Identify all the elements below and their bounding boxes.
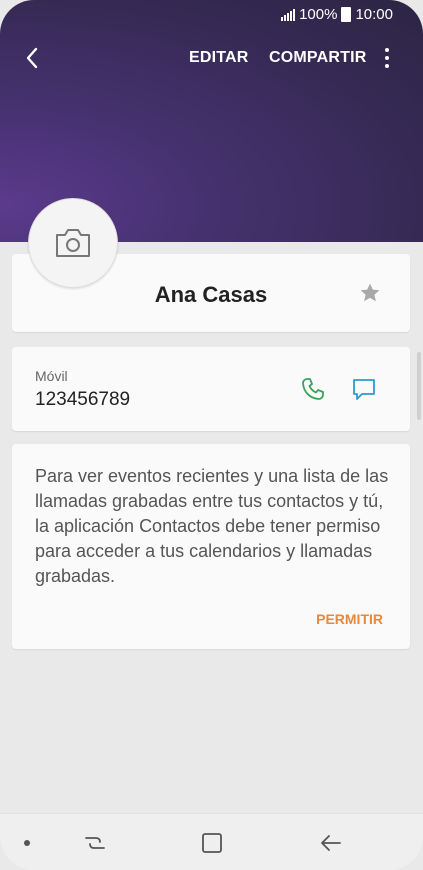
favorite-button[interactable] [358,281,382,305]
allow-button[interactable]: PERMITIR [316,611,383,627]
home-square-icon [202,833,222,853]
call-button[interactable] [300,376,326,402]
message-button[interactable] [351,376,377,402]
camera-icon [56,229,90,257]
home-button[interactable] [199,831,225,855]
star-icon [360,283,380,302]
nav-dot-indicator[interactable] [24,840,30,846]
recent-apps-button[interactable] [82,831,108,855]
permission-card: Para ver eventos recientes y una lista d… [12,444,410,649]
message-icon [353,379,375,400]
contact-detail-screen: 100% 10:00 EDITAR COMPARTIR Ana Casas Mó… [0,0,423,870]
more-vert-icon [379,48,395,68]
phone-card[interactable]: Móvil 123456789 [12,347,410,431]
clock: 10:00 [355,6,393,23]
share-button[interactable]: COMPARTIR [269,49,367,67]
avatar[interactable] [28,198,118,288]
call-icon [302,378,324,400]
toolbar: EDITAR COMPARTIR [0,40,423,76]
navigation-bar [0,813,423,870]
battery-icon [341,7,352,22]
phone-type-label: Móvil [35,368,68,384]
back-button[interactable] [20,46,44,70]
phone-number[interactable]: 123456789 [35,389,130,411]
back-nav-icon [321,835,341,851]
more-options-button[interactable] [379,46,395,70]
permission-message: Para ver eventos recientes y una lista d… [35,466,389,586]
battery-percent: 100% [299,6,338,23]
back-nav-button[interactable] [318,831,344,855]
edge-panel-handle[interactable] [417,352,421,420]
edit-button[interactable]: EDITAR [189,49,249,67]
status-bar: 100% 10:00 [281,6,393,23]
back-arrow-icon [26,47,38,69]
recents-icon [85,837,105,849]
signal-icon [281,8,296,21]
